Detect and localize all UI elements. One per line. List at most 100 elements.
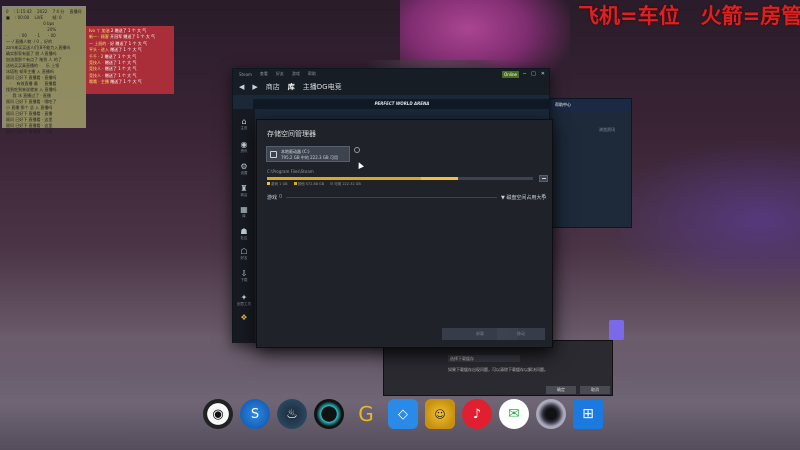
legend-label: 可用 bbox=[334, 182, 342, 186]
menu-item[interactable]: 游戏 bbox=[292, 71, 300, 77]
tab-library[interactable]: 库 bbox=[288, 82, 295, 92]
obs-app-icon[interactable]: ◉ bbox=[203, 399, 233, 429]
legend-item: 游戏 1 GB bbox=[267, 182, 288, 187]
steam-navbar: ◀ ▶ 商店 库 主播DG电竞 bbox=[233, 79, 549, 95]
yellow-app-icon[interactable]: G bbox=[351, 399, 381, 429]
download-cache-dialog: 选择下载缓存 如果下载缓存出现问题，可以清除下载缓存以解决问题。 确定 取消 bbox=[383, 340, 613, 396]
storage-manager-title: 存储空间管理器 bbox=[267, 130, 316, 138]
friends-status-badge[interactable]: Online bbox=[502, 71, 519, 78]
usage-fill-steam bbox=[421, 177, 458, 180]
library-icon: ▦ bbox=[240, 205, 248, 214]
sidebar-item-news[interactable]: ◉ 资讯 bbox=[233, 140, 255, 153]
settings-icon: ⚙ bbox=[240, 162, 248, 171]
usage-legend: 游戏 1 GB 其他 572.88 GB 可用 222.32 GB bbox=[267, 182, 361, 187]
purple-action-button[interactable] bbox=[609, 320, 624, 340]
sidebar-item-downloads[interactable]: ⇩ 下载 bbox=[233, 269, 255, 282]
steam-app-icon[interactable]: ♨ bbox=[277, 399, 307, 429]
s-app-app-icon[interactable]: S bbox=[240, 399, 270, 429]
add-drive-icon[interactable] bbox=[354, 147, 360, 153]
sidebar-item-settings[interactable]: ⚙ 设置 bbox=[233, 162, 255, 175]
stream-chat-panel: Ivo 丫 加油 2 赠送了 1 个 大 气新一 · 顾客 开冠军 赠送了 1 … bbox=[86, 26, 174, 94]
legend-value: 1 GB bbox=[279, 182, 288, 186]
stream-slogan: 飞机=车位 火箭=房管 bbox=[578, 4, 800, 28]
games-divider bbox=[286, 197, 497, 198]
menu-item[interactable]: 查看 bbox=[260, 71, 268, 77]
chat-text: 赠送了 1 个 大 气 bbox=[110, 79, 142, 85]
help-window-link[interactable]: 浏览资讯 bbox=[599, 127, 615, 133]
sort-dropdown[interactable]: ▼ 磁盘空间占用大小 bbox=[501, 194, 546, 201]
chat-nick: Ivo 丫 加油 bbox=[89, 28, 110, 33]
camera-app-icon[interactable] bbox=[536, 399, 566, 429]
nav-location: 主播DG电竞 bbox=[302, 83, 342, 91]
disk-usage-bar bbox=[267, 177, 533, 180]
games-count: 0 bbox=[279, 194, 283, 200]
home-icon: ⌂ bbox=[241, 117, 247, 126]
usage-fill-other bbox=[267, 177, 421, 180]
chat-text: 2 赠送了 1 个 大 气 bbox=[110, 28, 147, 33]
sidebar-item-friends[interactable]: ☖ 好友 bbox=[233, 247, 255, 260]
sidebar-item-label: 社区 bbox=[240, 236, 248, 240]
blue-sq-app-icon[interactable]: ◇ bbox=[388, 399, 418, 429]
wechat-app-icon[interactable]: ✉ bbox=[499, 399, 529, 429]
menu-item[interactable]: 好友 bbox=[276, 71, 284, 77]
drive-icon bbox=[270, 151, 277, 158]
sidebar-item-label: 设置 bbox=[240, 171, 248, 175]
sidebar-item-label: 商店 bbox=[240, 193, 248, 197]
downloads-icon: ⇩ bbox=[240, 269, 248, 278]
chat-nick: 新一 · 顾客 bbox=[89, 34, 109, 40]
chat-nick: 竞技人 · bbox=[89, 72, 104, 78]
sidebar-item-store[interactable]: ♜ 商店 bbox=[233, 184, 255, 197]
sidebar-item-points[interactable]: ❖ bbox=[233, 313, 255, 322]
sidebar-item-workshop[interactable]: ✦ 创意工坊 bbox=[233, 293, 255, 306]
sidebar-item-label: 下载 bbox=[240, 278, 248, 282]
legend-label: 其他 bbox=[297, 182, 305, 186]
menu-item[interactable]: 帮助 bbox=[308, 71, 316, 77]
sort-options-icon[interactable]: ⚟ bbox=[541, 193, 546, 200]
steam-side-rail: ⌂ 主页 ◉ 资讯 ⚙ 设置 ♜ 商店 ▦ 库 ☗ 社区 ☖ 好友 ⇩ 下载 ✦ 创意工坊 ❖ bbox=[233, 109, 255, 343]
legend-label: 游戏 bbox=[271, 182, 278, 186]
sidebar-item-home[interactable]: ⌂ 主页 bbox=[233, 117, 255, 130]
legend-swatch bbox=[293, 182, 297, 185]
minimize-button[interactable]: ─ bbox=[523, 71, 526, 77]
legend-swatch bbox=[330, 182, 334, 185]
forward-arrow-icon[interactable]: ▶ bbox=[252, 83, 257, 91]
mascot-app-icon[interactable]: ☺ bbox=[425, 399, 455, 429]
close-button[interactable]: ✕ bbox=[541, 71, 545, 77]
sidebar-item-library[interactable]: ▦ 库 bbox=[233, 205, 255, 218]
chat-nick: 千千 · 2 bbox=[89, 53, 104, 59]
news-icon: ◉ bbox=[240, 140, 248, 149]
points-icon: ❖ bbox=[240, 313, 248, 322]
drive-size: 795.2 GB 中的 222.3 GB 可用 bbox=[281, 155, 338, 160]
window-controls: ─ □ ✕ bbox=[523, 71, 545, 77]
cancel-button[interactable]: 取消 bbox=[580, 386, 610, 394]
chat-nick: 竞技人 · bbox=[89, 66, 104, 72]
windows-app-icon[interactable]: ⊞ bbox=[573, 399, 603, 429]
chat-nick: 一 上班的 · bbox=[89, 40, 109, 46]
sidebar-item-label: 好友 bbox=[240, 256, 248, 260]
legend-value: 572.88 GB bbox=[305, 182, 325, 186]
chat-nick: 平头 · 进入 bbox=[89, 47, 109, 53]
ring-app-icon[interactable] bbox=[314, 399, 344, 429]
sidebar-item-community[interactable]: ☗ 社区 bbox=[233, 227, 255, 240]
confirm-button[interactable]: 确定 bbox=[546, 386, 576, 394]
chat-text: 赠送了 1 个 大 气 bbox=[104, 60, 137, 66]
netease-app-icon[interactable]: ♪ bbox=[462, 399, 492, 429]
tab-store[interactable]: 商店 bbox=[266, 82, 280, 92]
usage-menu-button[interactable] bbox=[539, 175, 548, 182]
chat-text: 赠送了 1 个 大 气 bbox=[104, 66, 137, 72]
move-button[interactable]: 移动 bbox=[497, 328, 545, 340]
chat-text: 开冠军 赠送了 1 个 大 气 bbox=[110, 34, 156, 40]
store-icon: ♜ bbox=[240, 184, 248, 193]
drive-card[interactable]: 本地驱动器 (C:) 795.2 GB 中的 222.3 GB 可用 bbox=[266, 146, 350, 162]
sidebar-item-label: 库 bbox=[242, 214, 246, 218]
sidebar-item-label: 创意工坊 bbox=[237, 302, 251, 306]
download-cache-field[interactable]: 选择下载缓存 bbox=[448, 355, 520, 362]
download-cache-hint: 如果下载缓存出现问题，可以清除下载缓存以解决问题。 bbox=[448, 367, 548, 372]
mouse-cursor-icon bbox=[356, 161, 364, 169]
chat-text: 好 赠送了 1 个 大 气 bbox=[110, 40, 148, 46]
menu-item[interactable]: Steam bbox=[239, 72, 252, 77]
chat-text: 赠送了 1 个 大 气 bbox=[110, 47, 142, 53]
community-icon: ☗ bbox=[240, 227, 248, 236]
maximize-button[interactable]: □ bbox=[531, 71, 536, 77]
back-arrow-icon[interactable]: ◀ bbox=[239, 83, 244, 91]
